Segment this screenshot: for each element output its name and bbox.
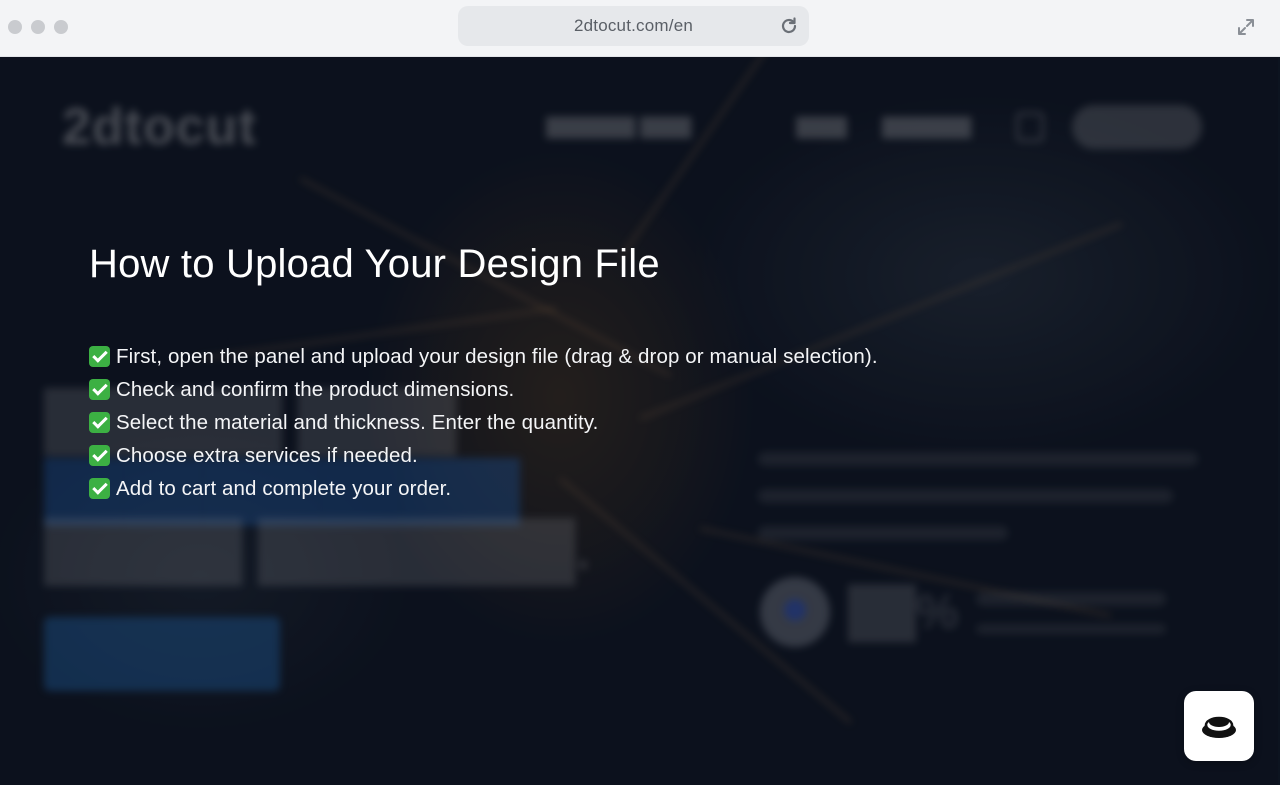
check-mark-icon: [89, 445, 110, 466]
check-mark-icon: [89, 379, 110, 400]
window-minimize-dot[interactable]: [31, 20, 45, 34]
browser-chrome: 2dtocut.com/en: [0, 0, 1280, 57]
step-text: Choose extra services if needed.: [116, 443, 418, 467]
window-close-dot[interactable]: [8, 20, 22, 34]
check-mark-icon: [89, 346, 110, 367]
address-bar[interactable]: 2dtocut.com/en: [458, 6, 809, 46]
check-mark-icon: [89, 478, 110, 499]
step-text: Check and confirm the product dimensions…: [116, 377, 515, 401]
expand-icon[interactable]: [1236, 17, 1256, 37]
upload-steps-list: First, open the panel and upload your de…: [89, 340, 878, 505]
step-item: First, open the panel and upload your de…: [89, 340, 878, 373]
step-text: First, open the panel and upload your de…: [116, 344, 878, 368]
check-mark-icon: [89, 412, 110, 433]
step-item: Add to cart and complete your order.: [89, 472, 878, 505]
chat-icon: [1202, 716, 1236, 738]
overlay-title: How to Upload Your Design File: [89, 242, 660, 286]
reload-icon[interactable]: [779, 16, 799, 36]
step-item: Select the material and thickness. Enter…: [89, 406, 878, 439]
address-url: 2dtocut.com/en: [573, 16, 694, 35]
step-item: Check and confirm the product dimensions…: [89, 373, 878, 406]
chat-button[interactable]: [1184, 691, 1254, 761]
step-item: Choose extra services if needed.: [89, 439, 878, 472]
window-zoom-dot[interactable]: [54, 20, 68, 34]
step-text: Add to cart and complete your order.: [116, 476, 452, 500]
step-text: Select the material and thickness. Enter…: [116, 410, 599, 434]
